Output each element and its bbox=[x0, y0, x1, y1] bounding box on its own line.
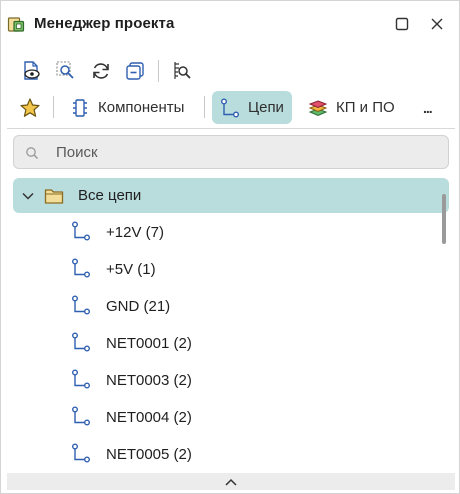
tree-scrollbar[interactable] bbox=[442, 194, 446, 244]
find-in-list-button[interactable] bbox=[168, 57, 194, 85]
tree-root-all-nets[interactable]: Все цепи bbox=[13, 178, 449, 213]
net-tree: Все цепи +12V (7) +5V (1) GND (21) NET00… bbox=[13, 178, 449, 470]
search-input[interactable] bbox=[56, 142, 436, 162]
chevron-down-icon bbox=[22, 192, 34, 200]
net-icon bbox=[72, 221, 90, 241]
maximize-icon bbox=[395, 17, 409, 31]
net-label: +12V (7) bbox=[106, 224, 164, 241]
tree-root-label: Все цепи bbox=[78, 187, 142, 204]
tab-pads-vias[interactable]: КП и ПО bbox=[300, 91, 403, 124]
net-icon bbox=[221, 98, 239, 117]
project-manager-icon bbox=[7, 15, 25, 33]
document-view-button[interactable] bbox=[19, 57, 45, 85]
net-label: NET0003 (2) bbox=[106, 372, 192, 389]
net-label: NET0004 (2) bbox=[106, 409, 192, 426]
net-item[interactable]: +12V (7) bbox=[13, 215, 433, 249]
net-label: NET0005 (2) bbox=[106, 446, 192, 463]
tab-components-label: Компоненты bbox=[98, 99, 185, 116]
net-item[interactable]: NET0003 (2) bbox=[13, 363, 433, 397]
net-label: +5V (1) bbox=[106, 261, 156, 278]
filter-tabs: Компоненты Цепи КП и ПО ... bbox=[1, 90, 459, 126]
search-icon bbox=[26, 147, 39, 160]
chevron-up-icon bbox=[225, 478, 237, 486]
net-icon bbox=[72, 332, 90, 352]
net-icon bbox=[72, 406, 90, 426]
tabs-separator bbox=[204, 96, 205, 118]
zoom-select-icon bbox=[56, 61, 74, 79]
close-button[interactable] bbox=[426, 13, 448, 35]
tabs-separator bbox=[53, 96, 54, 118]
search-box bbox=[13, 135, 449, 169]
scroll-up-bar[interactable] bbox=[7, 473, 455, 490]
title-bar: Менеджер проекта bbox=[1, 1, 459, 45]
net-label: GND (21) bbox=[106, 298, 171, 315]
net-item[interactable]: GND (21) bbox=[13, 289, 433, 323]
close-icon bbox=[431, 18, 443, 30]
net-item[interactable]: NET0005 (2) bbox=[13, 437, 433, 470]
star-icon bbox=[20, 97, 40, 117]
pads-vias-icon bbox=[308, 99, 328, 116]
net-icon bbox=[72, 369, 90, 389]
tab-pads-vias-label: КП и ПО bbox=[336, 99, 395, 116]
maximize-button[interactable] bbox=[391, 13, 413, 35]
tab-components[interactable]: Компоненты bbox=[62, 91, 192, 124]
more-button[interactable]: ... bbox=[417, 91, 438, 124]
collapse-icon bbox=[126, 62, 144, 80]
net-label: NET0001 (2) bbox=[106, 335, 192, 352]
zoom-select-button[interactable] bbox=[53, 57, 79, 85]
component-icon bbox=[73, 98, 87, 117]
document-view-icon bbox=[24, 61, 40, 80]
toolbar-separator bbox=[158, 60, 159, 82]
net-icon bbox=[72, 258, 90, 278]
tab-favorites[interactable] bbox=[11, 91, 49, 124]
project-manager-panel: Менеджер проекта Компоненты Цепи КП и ПО… bbox=[0, 0, 460, 494]
net-item[interactable]: NET0004 (2) bbox=[13, 400, 433, 434]
refresh-icon bbox=[93, 63, 109, 79]
net-item[interactable]: +5V (1) bbox=[13, 252, 433, 286]
tab-nets-label: Цепи bbox=[248, 99, 284, 116]
collapse-all-button[interactable] bbox=[122, 57, 148, 85]
find-in-list-icon bbox=[174, 62, 191, 79]
toolbar-divider bbox=[7, 128, 455, 129]
net-icon bbox=[72, 295, 90, 315]
window-title: Менеджер проекта bbox=[34, 15, 175, 32]
main-toolbar bbox=[1, 53, 459, 89]
net-icon bbox=[72, 443, 90, 463]
net-item[interactable]: NET0001 (2) bbox=[13, 326, 433, 360]
refresh-button[interactable] bbox=[88, 57, 114, 85]
tab-nets[interactable]: Цепи bbox=[212, 91, 292, 124]
folder-icon bbox=[44, 189, 64, 204]
